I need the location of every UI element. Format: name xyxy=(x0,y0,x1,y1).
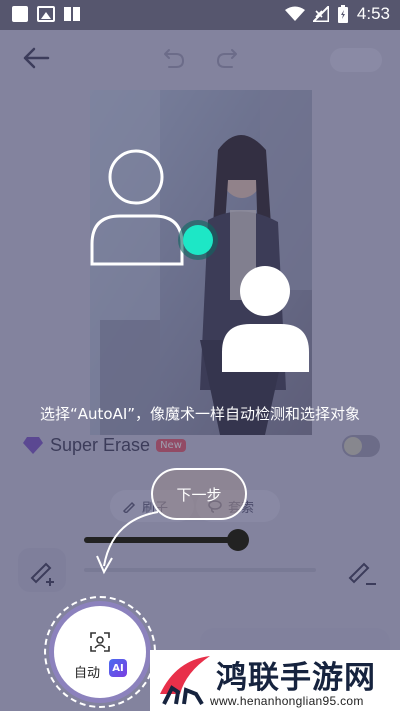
face-scan-icon xyxy=(90,632,110,652)
watermark-url: www.henanhonglian95.com xyxy=(210,694,364,708)
outline-person-icon xyxy=(90,149,184,266)
tutorial-text: 选择“AutoAI”，像魔术一样自动检测和选择对象 xyxy=(39,405,361,423)
deer-logo-icon xyxy=(160,656,210,706)
teal-dot-icon xyxy=(178,220,218,260)
watermark-banner: 鸿联手游网 www.henanhonglian95.com xyxy=(150,650,400,711)
watermark-title: 鸿联手游网 xyxy=(216,660,376,696)
auto-ai-button[interactable] xyxy=(54,606,146,698)
auto-label: 自动 xyxy=(74,666,101,681)
tutorial-illustration xyxy=(90,149,309,575)
ai-badge: AI xyxy=(109,659,127,677)
hint-arrow-curve xyxy=(103,511,159,567)
filled-person-icon xyxy=(222,266,309,372)
next-step-button[interactable]: 下一步 xyxy=(151,468,247,520)
